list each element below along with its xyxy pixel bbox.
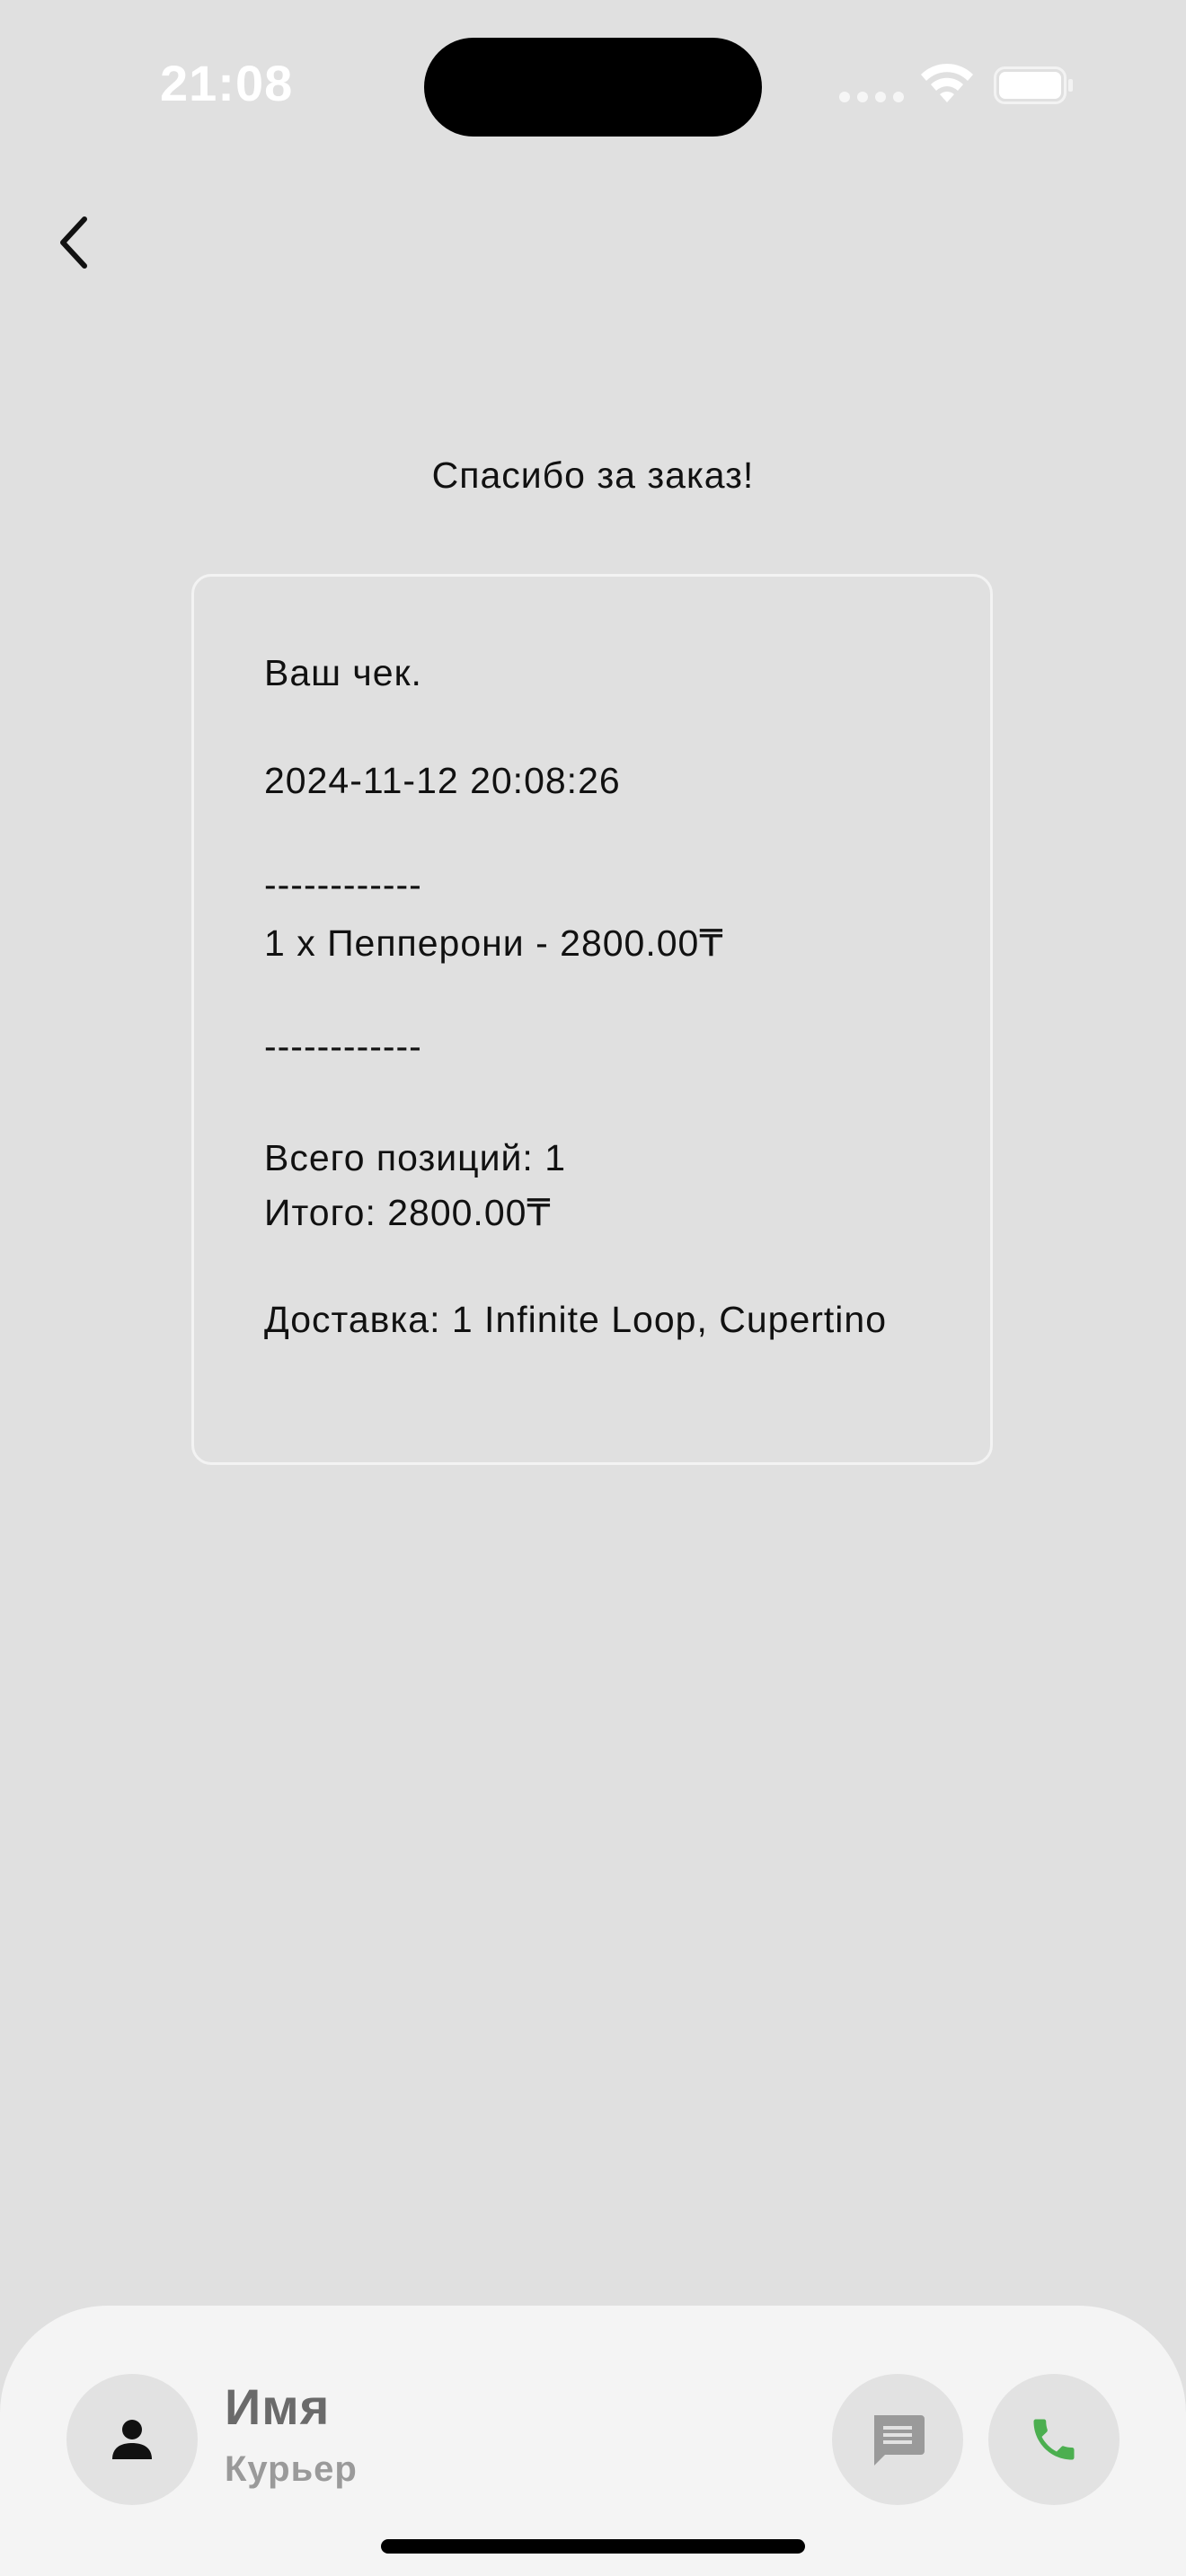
receipt-total: Итого: 2800.00₸ [264,1192,552,1233]
chat-button[interactable] [832,2374,963,2505]
wifi-icon [921,63,973,102]
avatar [66,2374,198,2505]
receipt-separator-top: ------------ [264,864,422,905]
receipt-separator-bottom: ------------ [264,1026,422,1067]
battery-icon [994,66,1073,104]
receipt-datetime: 2024-11-12 20:08:26 [264,760,621,801]
courier-panel: Имя Курьер [0,2306,1186,2576]
receipt-total-positions: Всего позиций: 1 [264,1137,567,1178]
courier-role: Курьер [225,2449,358,2489]
chevron-left-icon [60,216,87,269]
courier-name: Имя [225,2378,331,2435]
chat-icon [874,2415,925,2466]
phone-icon [1033,2419,1075,2460]
person-icon [112,2420,152,2459]
receipt-card: Ваш чек. 2024-11-12 20:08:26 -----------… [191,574,993,1465]
dynamic-island [424,38,762,137]
back-button[interactable] [43,199,108,286]
home-indicator [381,2539,805,2554]
call-button[interactable] [988,2374,1120,2505]
receipt-delivery: Доставка: 1 Infinite Loop, Cupertino [264,1299,888,1340]
receipt-heading: Ваш чек. [264,652,422,693]
signal-dots-icon [839,92,904,102]
receipt-item: 1 x Пепперони - 2800.00₸ [264,922,724,964]
page-title: Спасибо за заказ! [431,454,755,496]
status-time: 21:08 [160,55,294,111]
